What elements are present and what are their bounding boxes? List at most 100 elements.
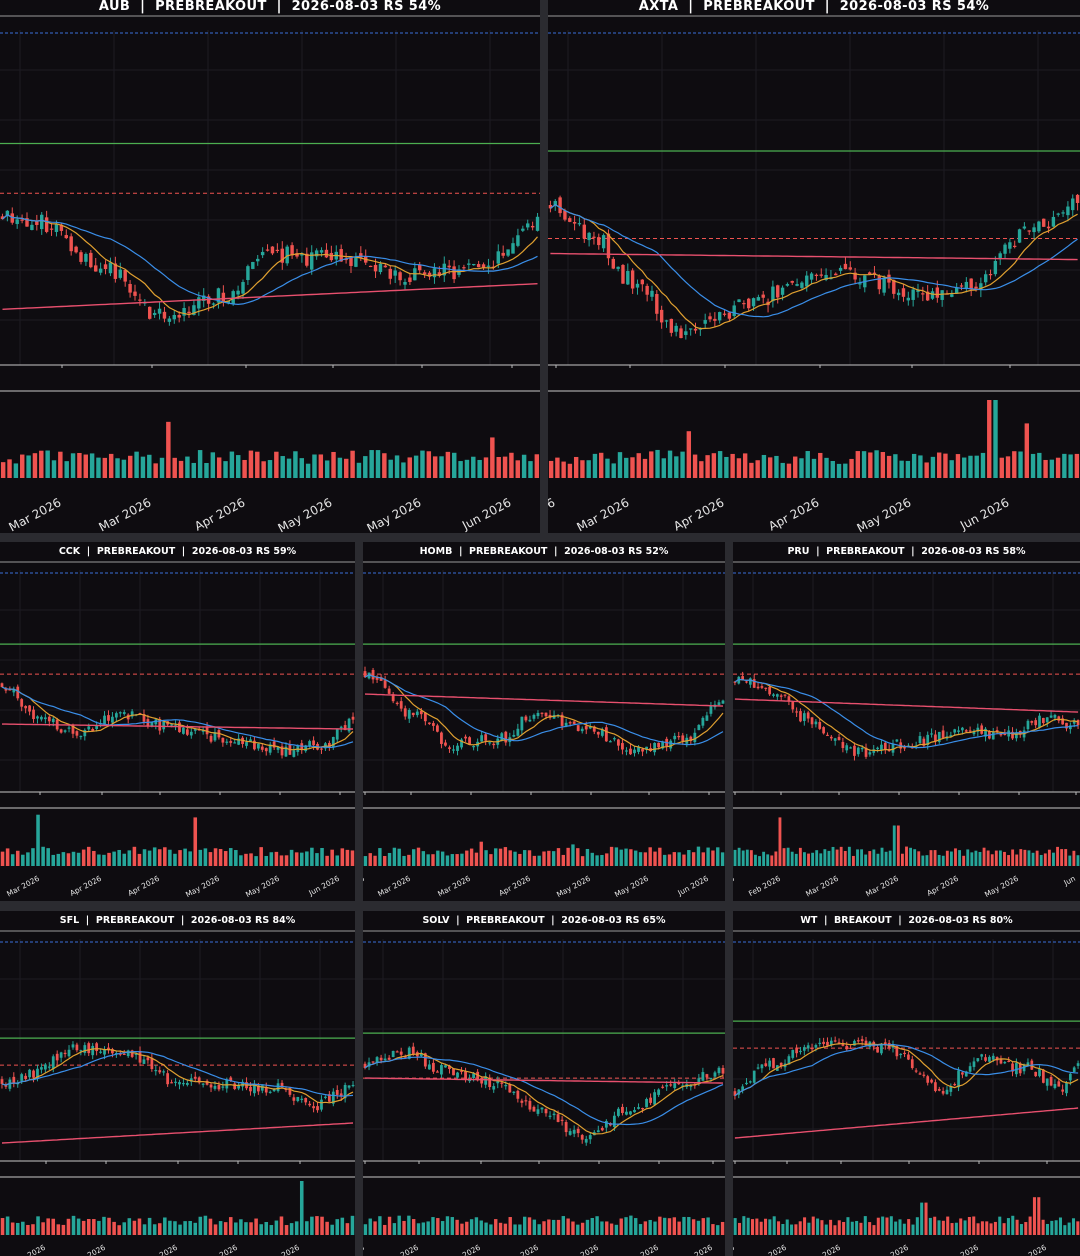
candle-body	[1003, 733, 1007, 735]
volume-bar	[293, 451, 298, 478]
candle-body	[838, 267, 843, 271]
volume-bar	[630, 457, 635, 478]
candle-body	[1032, 227, 1036, 233]
volume-bar	[872, 849, 876, 866]
candle-body	[126, 1050, 130, 1057]
volume-bar	[893, 454, 898, 478]
volume-bar	[305, 463, 311, 478]
volume-bar	[945, 850, 949, 866]
candle-body	[802, 713, 806, 722]
volume-bar	[407, 854, 411, 866]
candle-body	[67, 1049, 71, 1057]
candle-body	[162, 311, 167, 319]
x-tick-label: May 2026	[276, 495, 335, 533]
volume-bar	[567, 463, 573, 478]
volume-bar	[720, 1221, 725, 1235]
volume-bar	[5, 848, 10, 866]
volume-bar	[907, 1219, 911, 1235]
candle-body	[260, 1085, 264, 1091]
candle-body	[745, 1082, 748, 1085]
volume-bar	[368, 1218, 372, 1235]
candle-body	[935, 287, 940, 298]
candle-body	[907, 1054, 910, 1060]
volume-bar	[880, 847, 884, 866]
volume-bar	[759, 1221, 763, 1235]
volume-bar	[605, 458, 610, 478]
volume-bar	[345, 1223, 350, 1235]
volume-bar	[1068, 855, 1072, 866]
volume-bar	[289, 1223, 294, 1235]
volume-bar	[856, 849, 859, 866]
volume-bar	[548, 460, 554, 478]
volume-bar	[1068, 454, 1073, 478]
x-tick-label: Mar 2026	[804, 874, 840, 899]
candle-body	[103, 1049, 106, 1055]
candle-body	[209, 1084, 213, 1088]
volume-bar	[474, 1217, 479, 1235]
candle-body	[172, 314, 176, 320]
volume-bar	[261, 461, 266, 478]
volume-bar	[864, 854, 868, 866]
volume-bar	[1011, 849, 1015, 866]
volume-bar	[1072, 850, 1076, 866]
candle-body	[822, 727, 825, 734]
volume-bar	[426, 1221, 430, 1235]
candle-body	[901, 288, 906, 297]
volume-bar	[142, 849, 147, 866]
volume-bar	[762, 851, 766, 866]
volume-bar	[643, 1221, 648, 1235]
candle-body	[906, 297, 911, 301]
candle-body	[629, 748, 632, 755]
candle-body	[679, 328, 683, 339]
candle-body	[810, 717, 814, 725]
volume-bar	[994, 850, 998, 866]
volume-bar	[76, 1218, 81, 1235]
volume-bar	[193, 817, 198, 866]
volume-bar	[989, 1223, 993, 1235]
candle-body	[1049, 715, 1053, 718]
volume-bar	[188, 851, 192, 866]
candle-body	[398, 272, 402, 281]
volume-bar	[998, 1216, 1002, 1235]
volume-bar	[236, 455, 241, 478]
candle-body	[814, 274, 819, 276]
volume-bar	[363, 856, 368, 866]
chart-panel-cck: CCK | PREBREAKOUT | 2026-08-03 RS 59% Ma…	[0, 542, 355, 901]
volume-bar	[1052, 852, 1055, 866]
volume-bar	[66, 853, 71, 866]
volume-bar	[527, 850, 532, 866]
candle-body	[103, 715, 106, 725]
volume-bar	[954, 848, 957, 866]
candle-body	[568, 722, 572, 724]
volume-bar	[178, 850, 182, 866]
volume-bar	[993, 400, 998, 478]
candle-body	[532, 714, 536, 719]
volume-bar	[749, 462, 754, 478]
volume-bar	[378, 1216, 382, 1235]
volume-bar	[755, 1218, 759, 1235]
candle-body	[178, 722, 181, 733]
candle-body	[633, 1109, 636, 1113]
volume-bar	[213, 848, 218, 866]
volume-bar	[31, 1224, 35, 1235]
candle-body	[1076, 1063, 1080, 1066]
x-tick-label: 6	[733, 1243, 736, 1253]
chart-wt: 6 2026 2026 2026 2026 2026	[733, 930, 1080, 1256]
candle-body	[641, 749, 644, 752]
volume-bar	[815, 850, 819, 866]
volume-bar	[532, 855, 537, 866]
volume-bar	[547, 850, 551, 866]
volume-bar	[299, 852, 304, 866]
volume-bar	[223, 851, 228, 866]
candle-body	[544, 1108, 548, 1114]
volume-bar	[469, 1219, 474, 1235]
volume-bar	[147, 454, 152, 478]
volume-bar	[966, 849, 970, 866]
volume-bar	[742, 453, 748, 478]
volume-bar	[855, 1220, 859, 1235]
volume-bar	[159, 457, 165, 478]
volume-bar	[741, 850, 745, 866]
candle-body	[260, 746, 264, 750]
volume-bar	[97, 854, 101, 866]
volume-bar	[827, 850, 831, 866]
